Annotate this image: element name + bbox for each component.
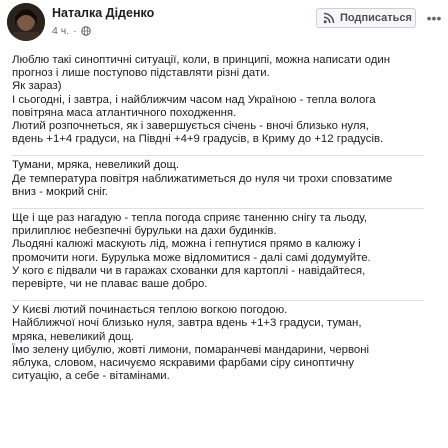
text-line: перевірте, чи не плаває ваше добро. — [12, 278, 208, 291]
text-line: вниз - мокрий сніг. — [12, 185, 108, 198]
paragraph: Люблю такі синоптичні ситуації, коли, в … — [12, 54, 442, 146]
post-header: Наталка Діденко 4 ч. · Подписаться ••• — [0, 0, 448, 44]
post-text: Люблю такі синоптичні ситуації, коли, в … — [12, 54, 442, 383]
text-line: промочити ноги. Бурулька може відломитис… — [12, 251, 371, 264]
text-line: У кого є підвали чи в гаражах схованки д… — [12, 264, 366, 277]
text-line: У Києві лютий починається теплою вогкою … — [12, 304, 288, 317]
paragraph-divider — [12, 146, 424, 157]
text-line: ситуацію, а себе - вітамінами. — [12, 370, 170, 383]
text-line: Як зараз) — [12, 80, 62, 93]
post-time[interactable]: 4 ч. — [52, 25, 69, 37]
text-line: прилиплює небезпечні бурульки на дахи бу… — [12, 225, 277, 238]
paragraph: Тумани, мряка, невеликий дощ. Де температ… — [12, 159, 442, 199]
facebook-post: Наталка Діденко 4 ч. · Подписаться ••• Л… — [0, 0, 448, 448]
text-line: Їмо зелену цибулю, жовті лимони, помаран… — [12, 343, 370, 356]
paragraph: У Києві лютий починається теплою вогкою … — [12, 304, 442, 383]
text-line: Найближчої ночі близько нуля, завтра вде… — [12, 317, 362, 330]
separator: · — [73, 25, 77, 37]
text-line: Тумани, мряка, невеликий дощ. — [12, 159, 180, 172]
subscribe-label: Подписаться — [340, 12, 412, 24]
globe-icon — [80, 26, 91, 36]
text-line: яблука, словом, насичуємо яскравими фарб… — [12, 357, 355, 370]
text-line: прогноз і лише поступово підставляти різ… — [12, 67, 270, 80]
paragraph-divider — [12, 199, 424, 210]
text-line: повітряна маса атлантичного походження. — [12, 106, 237, 119]
post-meta: 4 ч. · — [52, 25, 91, 37]
text-line: Люблю такі синоптичні ситуації, коли, в … — [12, 54, 391, 66]
text-line: Льодяні калюжі маскують лід, можна і геп… — [12, 238, 361, 251]
avatar[interactable] — [7, 3, 45, 41]
text-line: Ще і ще раз нагадую - тепла погода сприя… — [12, 212, 367, 225]
paragraph: Ще і ще раз нагадую - тепла погода сприя… — [12, 212, 442, 291]
text-line: вдень +1+4 градуси, на Півдні +4+9 граду… — [12, 133, 384, 146]
text-line: мряка, невеликий дощ. — [12, 330, 135, 343]
more-dots-icon[interactable]: ••• — [424, 8, 444, 28]
avatar-image — [7, 3, 45, 41]
paragraph-divider — [12, 291, 424, 302]
rss-icon — [323, 12, 335, 24]
author-name[interactable]: Наталка Діденко — [52, 6, 154, 20]
subscribe-button[interactable]: Подписаться — [316, 8, 416, 28]
text-line: Де температура повітря наближатиметься д… — [12, 172, 393, 185]
text-line: І сьогодні, і завтра, і найближчим часом… — [12, 93, 376, 106]
text-line: Лютий розпочнеться, як і завершується сі… — [12, 120, 369, 133]
